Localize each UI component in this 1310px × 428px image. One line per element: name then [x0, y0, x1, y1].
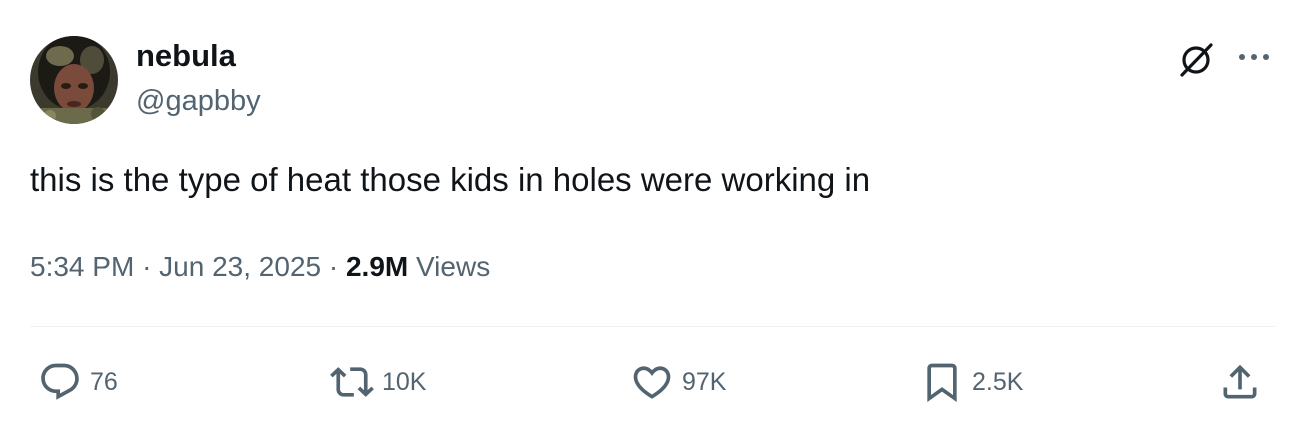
- avatar-image: [30, 36, 118, 124]
- views-label: Views: [416, 251, 491, 282]
- like-count: 97K: [682, 368, 727, 396]
- share-icon: [1223, 364, 1257, 399]
- tweet-date[interactable]: Jun 23, 2025: [159, 251, 321, 282]
- tweet-time[interactable]: 5:34 PM: [30, 251, 134, 282]
- heart-icon: [633, 366, 671, 399]
- bookmark-button[interactable]: 2.5K: [920, 362, 1024, 403]
- repost-count: 10K: [382, 368, 427, 396]
- views-count: 2.9M: [345, 251, 409, 282]
- like-button[interactable]: 97K: [630, 362, 726, 402]
- reply-count: 76: [90, 368, 118, 396]
- meta-separator: ·: [142, 251, 160, 282]
- bookmark-count: 2.5K: [972, 368, 1024, 396]
- tweet-text: this is the type of heat those kids in h…: [30, 161, 871, 198]
- more-options-icon[interactable]: [1236, 42, 1272, 72]
- author-display-name[interactable]: nebula: [136, 38, 236, 74]
- divider: [30, 326, 1275, 327]
- repost-button[interactable]: 10K: [330, 362, 426, 402]
- repost-icon: [330, 367, 374, 397]
- meta-separator: ·: [328, 251, 346, 282]
- tweet-metadata: 5:34 PM · Jun 23, 2025 · 2.9M Views: [30, 249, 490, 285]
- avatar[interactable]: [30, 36, 118, 124]
- reply-icon: [41, 363, 79, 400]
- reply-button[interactable]: 76: [38, 362, 118, 402]
- grok-icon[interactable]: [1176, 40, 1216, 80]
- share-button[interactable]: [1218, 362, 1262, 402]
- bookmark-icon: [927, 363, 957, 403]
- author-handle[interactable]: @gapbby: [136, 84, 261, 118]
